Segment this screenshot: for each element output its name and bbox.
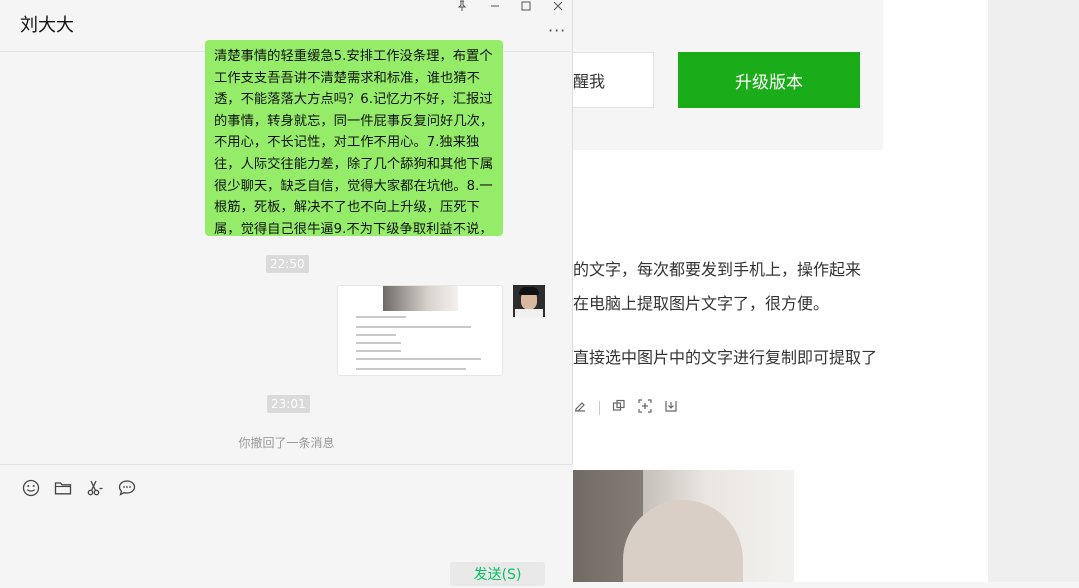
image-text-line bbox=[356, 334, 396, 336]
toolbar-separator bbox=[599, 401, 600, 415]
image-toolbar bbox=[573, 399, 678, 417]
more-options-icon[interactable]: ··· bbox=[548, 21, 566, 40]
maximize-icon[interactable] bbox=[520, 0, 532, 14]
image-text-line bbox=[356, 368, 466, 370]
recall-notice: 你撤回了一条消息 bbox=[238, 436, 335, 450]
input-toolbar bbox=[22, 479, 136, 497]
send-button[interactable]: 发送(S) bbox=[450, 562, 545, 586]
pin-icon[interactable] bbox=[456, 0, 468, 14]
copy-icon[interactable] bbox=[612, 399, 626, 417]
timestamp-2: 23:01 bbox=[267, 395, 310, 413]
image-thumbnail bbox=[383, 286, 458, 311]
timestamp-1: 22:50 bbox=[266, 255, 309, 273]
image-text-line bbox=[356, 342, 401, 344]
sent-image-message[interactable] bbox=[337, 285, 503, 376]
avatar-shirt bbox=[515, 309, 543, 317]
minimize-icon[interactable] bbox=[489, 0, 501, 14]
emoji-icon[interactable] bbox=[22, 479, 40, 497]
image-text-line bbox=[356, 316, 406, 318]
scissors-icon[interactable] bbox=[86, 479, 104, 497]
folder-icon[interactable] bbox=[54, 479, 72, 497]
image-text-line bbox=[356, 358, 481, 360]
article-line-3: 直接选中图片中的文字进行复制即可提取了 bbox=[573, 348, 878, 367]
message-input-area[interactable]: 发送(S) bbox=[0, 464, 573, 586]
article-line-1: 的文字，每次都要发到手机上，操作起来 bbox=[573, 260, 862, 279]
remind-button[interactable]: 醒我 bbox=[573, 52, 654, 108]
chat-title: 刘大大 bbox=[20, 15, 74, 36]
avatar[interactable] bbox=[513, 285, 545, 317]
upgrade-button[interactable]: 升级版本 bbox=[678, 52, 860, 108]
article-photo bbox=[573, 470, 794, 582]
image-text-line bbox=[356, 326, 471, 328]
message-text: 清楚事情的轻重缓急5.安排工作没条理，布置个工作支支吾吾讲不清楚需求和标准，谁也… bbox=[214, 49, 494, 236]
scan-icon[interactable] bbox=[638, 399, 652, 417]
image-text-line bbox=[356, 350, 401, 352]
article-line-2: 在电脑上提取图片文字了，很方便。 bbox=[573, 294, 830, 313]
edit-icon[interactable] bbox=[573, 399, 587, 417]
right-rail bbox=[988, 0, 1079, 582]
download-icon[interactable] bbox=[664, 399, 678, 417]
chat-bubble-icon[interactable] bbox=[118, 479, 136, 497]
chat-window: 刘大大 ··· 清楚事情的轻重缓急5.安排工作没条理，布置个工作支支吾吾讲不清楚… bbox=[0, 0, 573, 586]
close-icon[interactable] bbox=[552, 0, 564, 14]
sent-message-bubble[interactable]: 清楚事情的轻重缓急5.安排工作没条理，布置个工作支支吾吾讲不清楚需求和标准，谁也… bbox=[205, 40, 503, 236]
avatar-hair bbox=[519, 287, 539, 295]
